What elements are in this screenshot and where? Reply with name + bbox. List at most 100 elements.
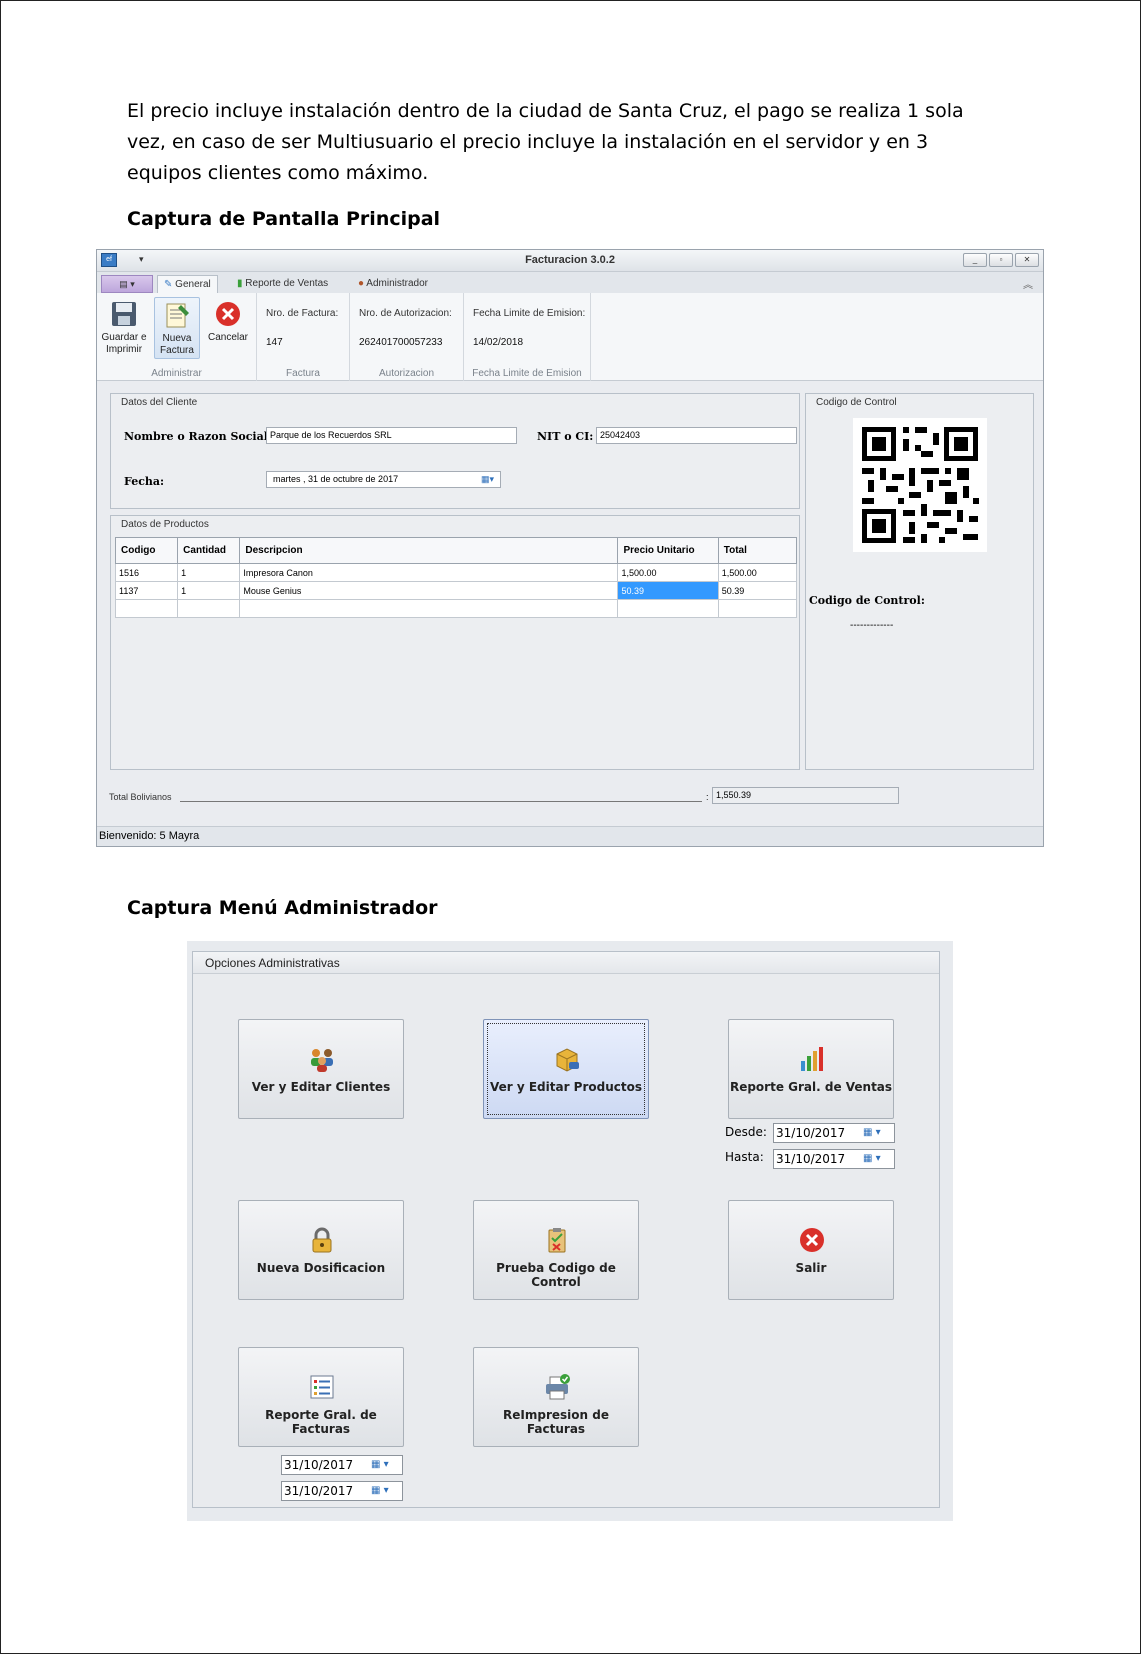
hasta-label: Hasta: bbox=[725, 1150, 764, 1164]
desde-label: Desde: bbox=[725, 1125, 767, 1139]
ver-editar-clientes-button[interactable]: Ver y Editar Clientes bbox=[238, 1019, 404, 1119]
table-row[interactable]: 1137 1 Mouse Genius 50.39 50.39 bbox=[114, 581, 798, 600]
cancelar-button[interactable]: Cancelar bbox=[205, 297, 251, 359]
button-label: Reporte Gral. de Ventas bbox=[729, 1080, 893, 1094]
facturas-desde-date-picker[interactable]: 31/10/2017 ▦ ▾ bbox=[281, 1455, 403, 1475]
title-bar: ef ▾ Facturacion 3.0.2 _ ▫ ✕ bbox=[97, 250, 1043, 272]
razon-social-input[interactable]: Parque de los Recuerdos SRL bbox=[266, 427, 517, 444]
calendar-icon[interactable]: ▦ ▾ bbox=[371, 1457, 401, 1473]
column-header-total[interactable]: Total bbox=[717, 537, 798, 564]
table-row[interactable]: 1516 1 Impresora Canon 1,500.00 1,500.00 bbox=[114, 563, 798, 582]
lock-icon bbox=[312, 1227, 332, 1253]
button-label: Ver y Editar Clientes bbox=[251, 1080, 391, 1094]
status-bar: Bienvenido: 5 Mayra bbox=[97, 826, 1043, 846]
cell-empty[interactable] bbox=[177, 599, 241, 618]
cell-empty[interactable] bbox=[114, 599, 179, 618]
calendar-icon[interactable]: ▦▾ bbox=[481, 474, 497, 485]
close-icon[interactable]: ✕ bbox=[1015, 253, 1039, 267]
calendar-icon[interactable]: ▦ ▾ bbox=[863, 1151, 893, 1167]
app-menu-button[interactable]: ▤ ▾ bbox=[101, 275, 153, 293]
total-bolivianos-label: Total Bolivianos bbox=[109, 792, 172, 802]
cell-empty[interactable] bbox=[617, 599, 719, 618]
guardar-imprimir-button[interactable]: Guardar e Imprimir bbox=[101, 297, 147, 359]
opciones-administrativas-group: Opciones Administrativas Ver y Editar Cl… bbox=[192, 951, 940, 1508]
status-text: Bienvenido: 5 Mayra bbox=[99, 830, 200, 842]
ventas-hasta-date-picker[interactable]: 31/10/2017 ▦ ▾ bbox=[773, 1149, 895, 1169]
calendar-icon[interactable]: ▦ ▾ bbox=[863, 1125, 893, 1141]
group-title: Opciones Administrativas bbox=[193, 952, 939, 974]
maximize-icon[interactable]: ▫ bbox=[989, 253, 1013, 267]
admin-menu-screenshot: Opciones Administrativas Ver y Editar Cl… bbox=[187, 941, 953, 1521]
ver-editar-productos-button[interactable]: Ver y Editar Productos bbox=[483, 1019, 649, 1119]
nit-input[interactable]: 25042403 bbox=[596, 427, 797, 444]
tab-administrador[interactable]: ● Administrador bbox=[352, 275, 434, 293]
calendar-icon[interactable]: ▦ ▾ bbox=[371, 1483, 401, 1499]
cell-precio[interactable]: 1,500.00 bbox=[617, 563, 719, 582]
panel-title: Codigo de Control bbox=[816, 397, 897, 408]
total-colon: : bbox=[706, 792, 709, 802]
tab-general[interactable]: ✎ General bbox=[157, 275, 218, 293]
button-label: Prueba Codigo de Control bbox=[496, 1261, 616, 1289]
button-label: Nueva Dosificacion bbox=[256, 1261, 386, 1275]
facturas-hasta-date-picker[interactable]: 31/10/2017 ▦ ▾ bbox=[281, 1481, 403, 1501]
fecha-limite-label: Fecha Limite de Emision: bbox=[473, 308, 586, 319]
printer-icon bbox=[546, 1374, 570, 1400]
reporte-ventas-button[interactable]: Reporte Gral. de Ventas bbox=[728, 1019, 894, 1119]
cell-descripcion[interactable]: Mouse Genius bbox=[239, 581, 619, 600]
button-label: Salir bbox=[795, 1261, 827, 1275]
cell-descripcion[interactable]: Impresora Canon bbox=[239, 563, 619, 582]
bar-chart-icon bbox=[801, 1047, 823, 1071]
cell-cantidad[interactable]: 1 bbox=[177, 581, 241, 600]
table-row-empty[interactable] bbox=[114, 599, 798, 618]
fecha-picker[interactable]: martes , 31 de octubre de 2017 ▦▾ bbox=[266, 471, 501, 488]
tab-reporte-ventas[interactable]: ▮ Reporte de Ventas bbox=[231, 275, 334, 293]
collapse-ribbon-icon[interactable]: ︽ bbox=[1023, 276, 1033, 291]
minimize-icon[interactable]: _ bbox=[963, 253, 987, 267]
total-dotted-line bbox=[180, 801, 702, 802]
codigo-control-label: Codigo de Control: bbox=[809, 594, 925, 607]
new-document-icon bbox=[166, 303, 189, 328]
salir-button[interactable]: Salir bbox=[728, 1200, 894, 1300]
floppy-disk-icon bbox=[112, 302, 136, 326]
group-label-autorizacion: Autorizacion bbox=[378, 368, 435, 379]
column-header-precio[interactable]: Precio Unitario bbox=[617, 537, 719, 564]
cell-codigo[interactable]: 1516 bbox=[114, 563, 179, 582]
nueva-factura-button[interactable]: Nueva Factura bbox=[154, 297, 200, 359]
main-window-screenshot: ef ▾ Facturacion 3.0.2 _ ▫ ✕ ▤ ▾ ✎ Gener… bbox=[96, 249, 1044, 847]
reporte-facturas-button[interactable]: Reporte Gral. de Facturas bbox=[238, 1347, 404, 1447]
heading-main-screen: Captura de Pantalla Principal bbox=[127, 208, 441, 230]
cell-total[interactable]: 1,500.00 bbox=[717, 563, 798, 582]
column-header-descripcion[interactable]: Descripcion bbox=[239, 537, 619, 564]
column-header-codigo[interactable]: Codigo bbox=[114, 537, 179, 564]
button-label: Reporte Gral. de Facturas bbox=[265, 1408, 377, 1436]
razon-social-label: Nombre o Razon Social: bbox=[124, 430, 272, 443]
cell-empty[interactable] bbox=[717, 599, 798, 618]
fecha-limite-value: 14/02/2018 bbox=[473, 337, 524, 348]
codigo-control-value: ------------- bbox=[850, 620, 894, 631]
productos-table: Codigo Cantidad Descripcion Precio Unita… bbox=[114, 537, 798, 618]
cell-total[interactable]: 50.39 bbox=[717, 581, 798, 600]
total-value-field: 1,550.39 bbox=[712, 787, 899, 804]
datos-productos-panel: Datos de Productos Codigo Cantidad Descr… bbox=[110, 515, 800, 770]
cell-cantidad[interactable]: 1 bbox=[177, 563, 241, 582]
intro-paragraph: El precio incluye instalación dentro de … bbox=[127, 100, 964, 184]
panel-title: Datos del Cliente bbox=[121, 397, 198, 408]
cell-precio-selected[interactable]: 50.39 bbox=[617, 581, 719, 600]
ventas-desde-date-picker[interactable]: 31/10/2017 ▦ ▾ bbox=[773, 1123, 895, 1143]
cell-codigo[interactable]: 1137 bbox=[114, 581, 179, 600]
nueva-dosificacion-button[interactable]: Nueva Dosificacion bbox=[238, 1200, 404, 1300]
nro-autorizacion-label: Nro. de Autorizacion: bbox=[359, 308, 452, 319]
users-icon bbox=[311, 1049, 333, 1072]
ribbon-group-factura: Nro. de Factura: 147 Factura bbox=[257, 293, 350, 381]
nit-label: NIT o CI: bbox=[537, 430, 594, 443]
group-label-factura: Factura bbox=[286, 368, 320, 379]
nro-autorizacion-value: 262401700057233 bbox=[359, 337, 443, 348]
datos-cliente-panel: Datos del Cliente Nombre o Razon Social:… bbox=[110, 393, 800, 509]
ribbon-tabs: ▤ ▾ ✎ General ▮ Reporte de Ventas ● Admi… bbox=[97, 272, 1043, 293]
qr-code-image bbox=[853, 418, 987, 552]
product-box-icon bbox=[556, 1048, 579, 1072]
prueba-codigo-control-button[interactable]: Prueba Codigo de Control bbox=[473, 1200, 639, 1300]
column-header-cantidad[interactable]: Cantidad bbox=[177, 537, 241, 564]
reimpresion-facturas-button[interactable]: ReImpresion de Facturas bbox=[473, 1347, 639, 1447]
cell-empty[interactable] bbox=[239, 599, 619, 618]
